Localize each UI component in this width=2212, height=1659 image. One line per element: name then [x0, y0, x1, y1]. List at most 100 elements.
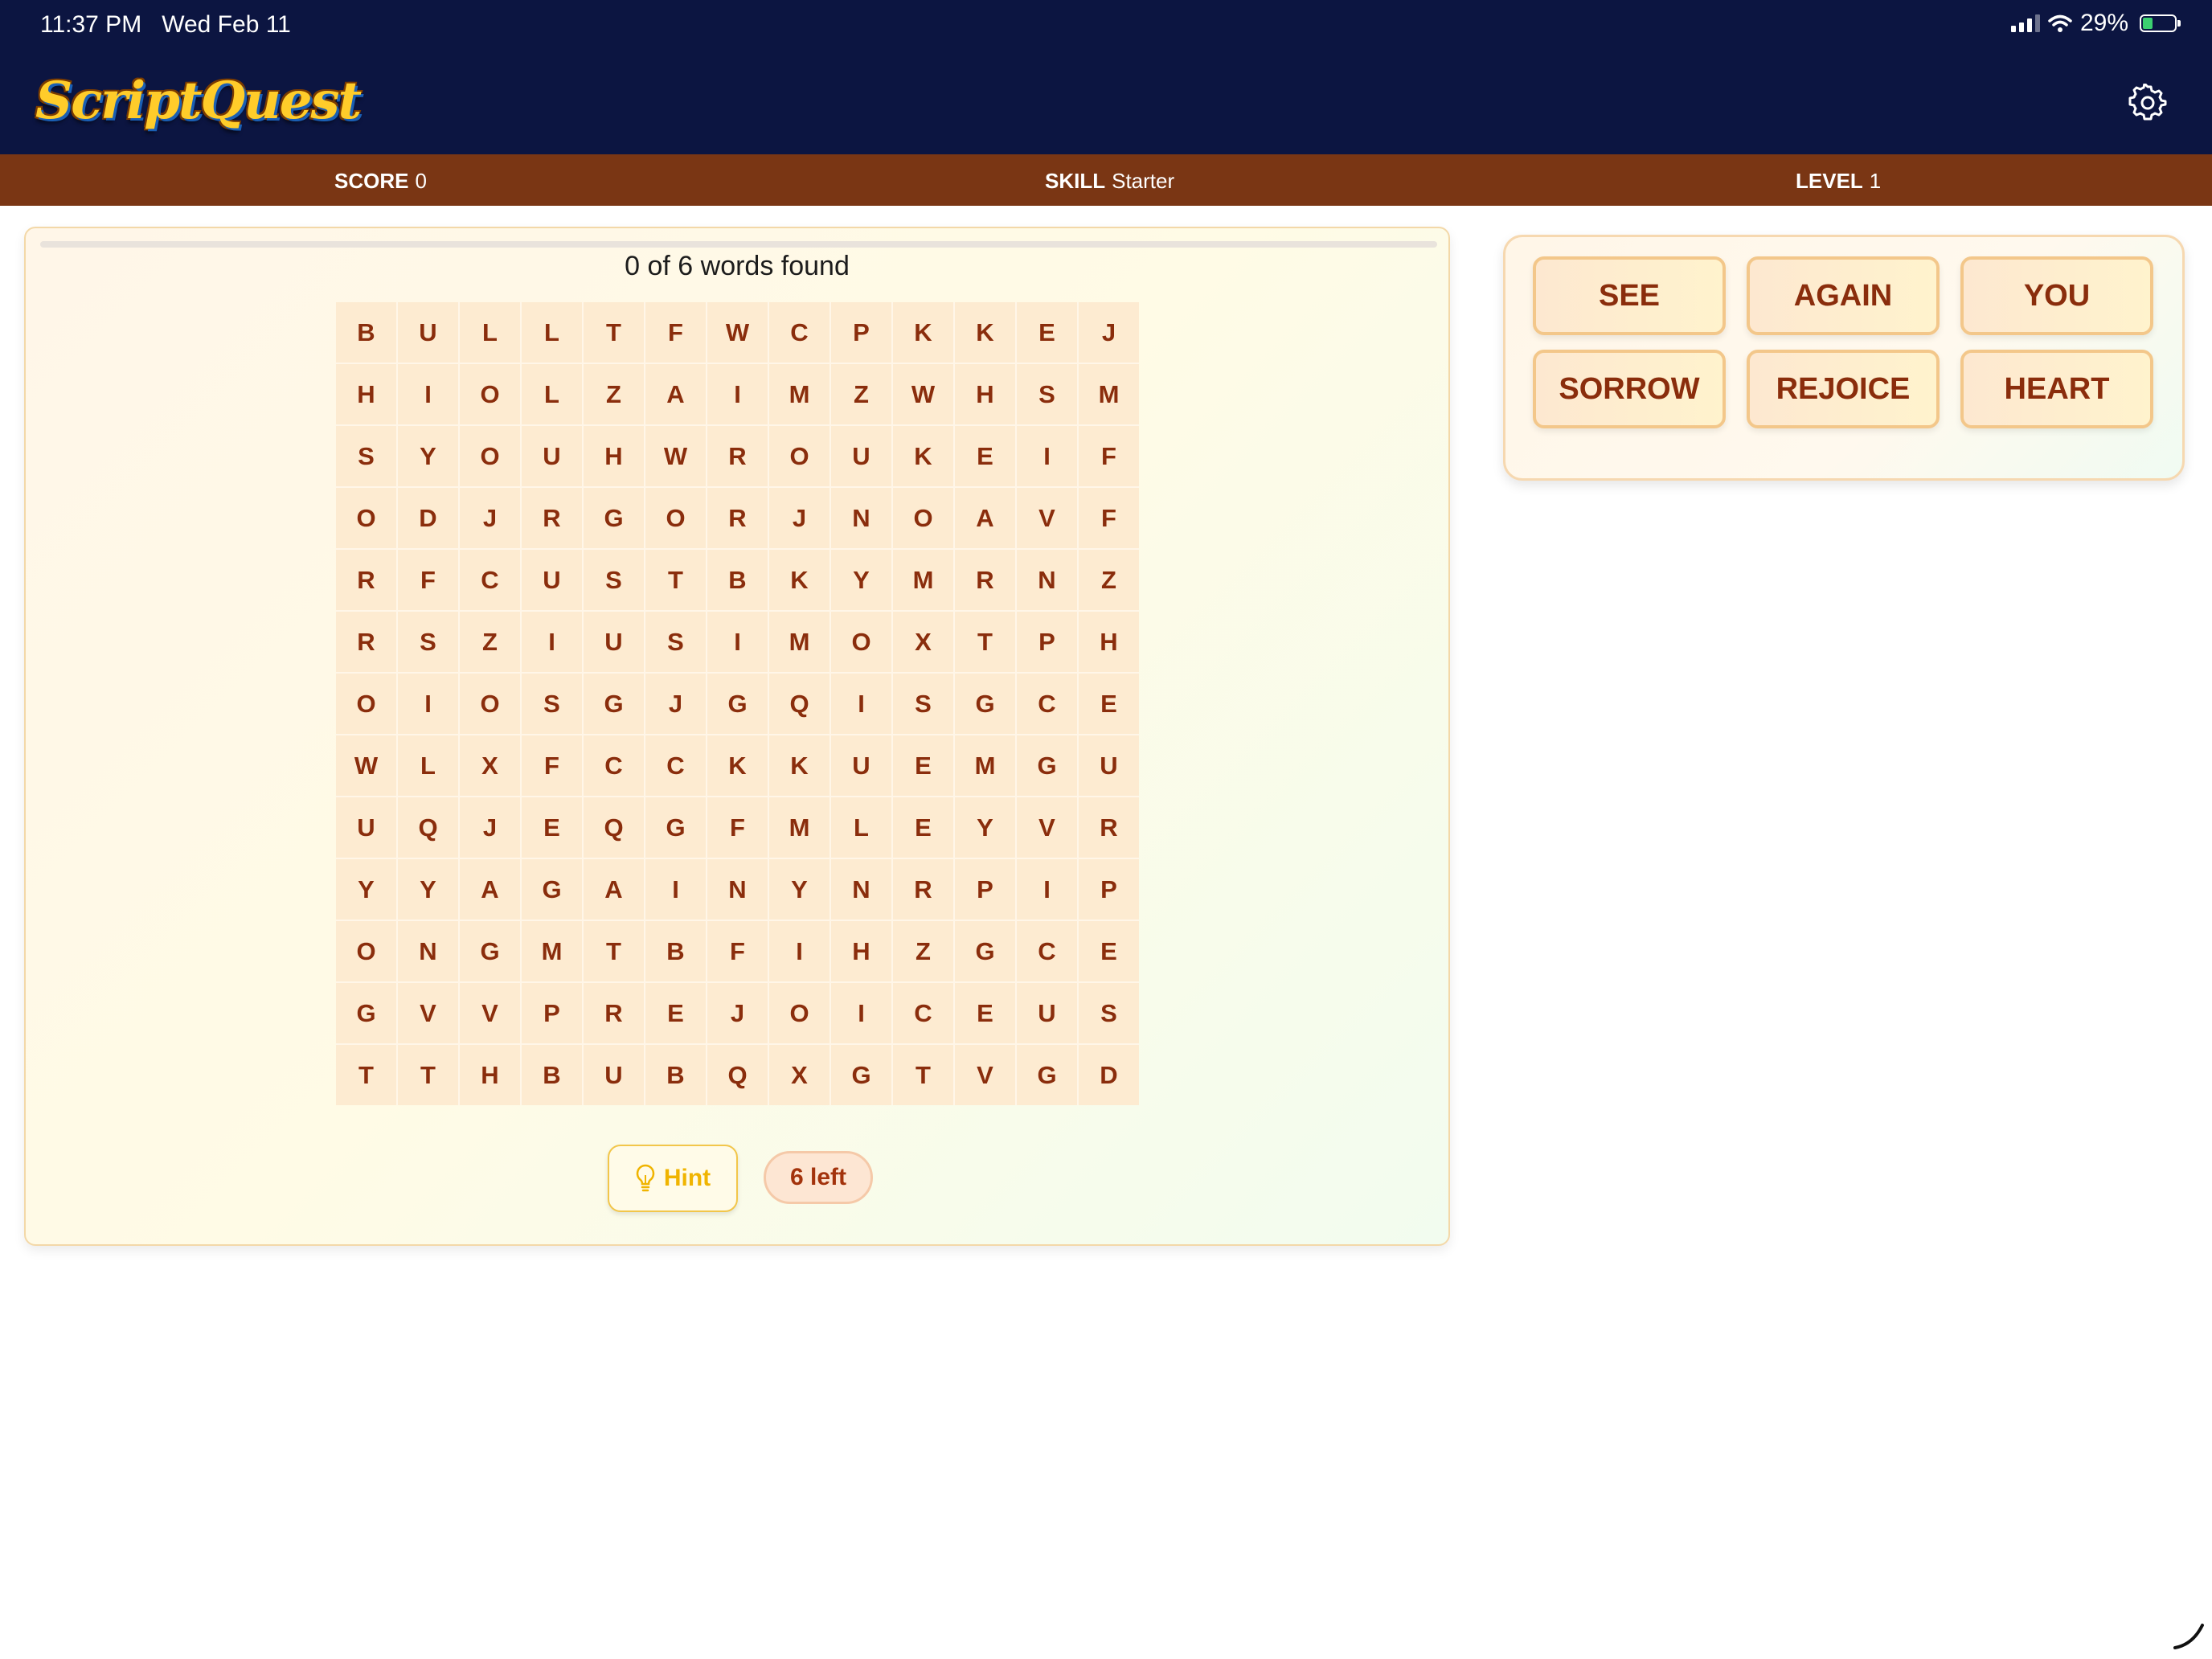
letter-cell[interactable]: H [955, 364, 1015, 424]
letter-cell[interactable]: S [336, 426, 396, 486]
letter-cell[interactable]: V [1017, 797, 1077, 858]
letter-cell[interactable]: Q [707, 1045, 768, 1105]
letter-cell[interactable]: V [460, 983, 520, 1043]
letter-cell[interactable]: A [460, 859, 520, 920]
letter-cell[interactable]: C [584, 735, 644, 796]
letter-cell[interactable]: Y [398, 426, 458, 486]
letter-cell[interactable]: L [522, 364, 582, 424]
letter-cell[interactable]: Z [893, 921, 953, 981]
letter-cell[interactable]: B [336, 302, 396, 363]
letter-cell[interactable]: T [336, 1045, 396, 1105]
hint-button[interactable]: Hint [608, 1145, 738, 1212]
letter-cell[interactable]: R [893, 859, 953, 920]
letter-cell[interactable]: S [1079, 983, 1139, 1043]
letter-cell[interactable]: O [460, 364, 520, 424]
letter-cell[interactable]: G [955, 674, 1015, 734]
letter-cell[interactable]: I [831, 674, 891, 734]
letter-cell[interactable]: Z [1079, 550, 1139, 610]
letter-cell[interactable]: R [707, 426, 768, 486]
letter-cell[interactable]: B [645, 921, 706, 981]
letter-cell[interactable]: Y [831, 550, 891, 610]
letter-cell[interactable]: R [522, 488, 582, 548]
letter-cell[interactable]: I [1017, 859, 1077, 920]
letter-cell[interactable]: M [769, 612, 830, 672]
letter-cell[interactable]: O [460, 674, 520, 734]
letter-cell[interactable]: E [955, 426, 1015, 486]
letter-cell[interactable]: H [831, 921, 891, 981]
letter-cell[interactable]: I [831, 983, 891, 1043]
letter-cell[interactable]: O [336, 674, 396, 734]
letter-cell[interactable]: I [707, 364, 768, 424]
letter-cell[interactable]: O [893, 488, 953, 548]
letter-cell[interactable]: B [645, 1045, 706, 1105]
letter-cell[interactable]: W [645, 426, 706, 486]
letter-cell[interactable]: U [1017, 983, 1077, 1043]
letter-cell[interactable]: T [955, 612, 1015, 672]
letter-cell[interactable]: G [645, 797, 706, 858]
letter-cell[interactable]: N [1017, 550, 1077, 610]
letter-cell[interactable]: G [955, 921, 1015, 981]
letter-cell[interactable]: Y [398, 859, 458, 920]
letter-cell[interactable]: O [645, 488, 706, 548]
letter-cell[interactable]: C [893, 983, 953, 1043]
letter-cell[interactable]: R [336, 550, 396, 610]
letter-cell[interactable]: G [460, 921, 520, 981]
letter-cell[interactable]: O [460, 426, 520, 486]
letter-cell[interactable]: W [893, 364, 953, 424]
letter-cell[interactable]: M [1079, 364, 1139, 424]
letter-cell[interactable]: F [522, 735, 582, 796]
letter-cell[interactable]: L [460, 302, 520, 363]
letter-cell[interactable]: X [769, 1045, 830, 1105]
letter-cell[interactable]: G [707, 674, 768, 734]
letter-cell[interactable]: E [955, 983, 1015, 1043]
letter-cell[interactable]: D [398, 488, 458, 548]
letter-cell[interactable]: U [398, 302, 458, 363]
letter-cell[interactable]: O [769, 426, 830, 486]
letter-cell[interactable]: U [336, 797, 396, 858]
letter-cell[interactable]: G [584, 488, 644, 548]
letter-cell[interactable]: B [522, 1045, 582, 1105]
letter-cell[interactable]: K [769, 550, 830, 610]
letter-cell[interactable]: K [893, 426, 953, 486]
letter-cell[interactable]: Y [336, 859, 396, 920]
letter-cell[interactable]: F [707, 921, 768, 981]
gear-icon[interactable] [2128, 84, 2167, 122]
letter-cell[interactable]: Q [584, 797, 644, 858]
letter-cell[interactable]: C [645, 735, 706, 796]
letter-cell[interactable]: M [522, 921, 582, 981]
letter-cell[interactable]: H [336, 364, 396, 424]
letter-cell[interactable]: T [584, 302, 644, 363]
letter-cell[interactable]: J [769, 488, 830, 548]
letter-cell[interactable]: J [1079, 302, 1139, 363]
letter-cell[interactable]: K [955, 302, 1015, 363]
letter-cell[interactable]: V [1017, 488, 1077, 548]
letter-cell[interactable]: N [707, 859, 768, 920]
letter-cell[interactable]: G [1017, 735, 1077, 796]
letter-cell[interactable]: Z [831, 364, 891, 424]
letter-cell[interactable]: V [398, 983, 458, 1043]
letter-cell[interactable]: E [645, 983, 706, 1043]
letter-cell[interactable]: C [769, 302, 830, 363]
letter-cell[interactable]: Y [955, 797, 1015, 858]
letter-cell[interactable]: S [398, 612, 458, 672]
letter-cell[interactable]: A [955, 488, 1015, 548]
letter-cell[interactable]: R [955, 550, 1015, 610]
letter-cell[interactable]: J [460, 488, 520, 548]
letter-cell[interactable]: E [893, 735, 953, 796]
letter-cell[interactable]: H [584, 426, 644, 486]
letter-cell[interactable]: T [398, 1045, 458, 1105]
letter-cell[interactable]: H [1079, 612, 1139, 672]
letter-cell[interactable]: I [522, 612, 582, 672]
letter-cell[interactable]: F [1079, 488, 1139, 548]
letter-cell[interactable]: F [1079, 426, 1139, 486]
letter-cell[interactable]: G [522, 859, 582, 920]
letter-grid[interactable]: BULLTFWCPKKEJHIOLZAIMZWHSMSYOUHWROUKEIFO… [336, 302, 1139, 1105]
letter-cell[interactable]: I [707, 612, 768, 672]
letter-cell[interactable]: E [1079, 921, 1139, 981]
letter-cell[interactable]: D [1079, 1045, 1139, 1105]
letter-cell[interactable]: U [522, 426, 582, 486]
letter-cell[interactable]: P [955, 859, 1015, 920]
letter-cell[interactable]: G [584, 674, 644, 734]
letter-cell[interactable]: U [1079, 735, 1139, 796]
letter-cell[interactable]: A [645, 364, 706, 424]
